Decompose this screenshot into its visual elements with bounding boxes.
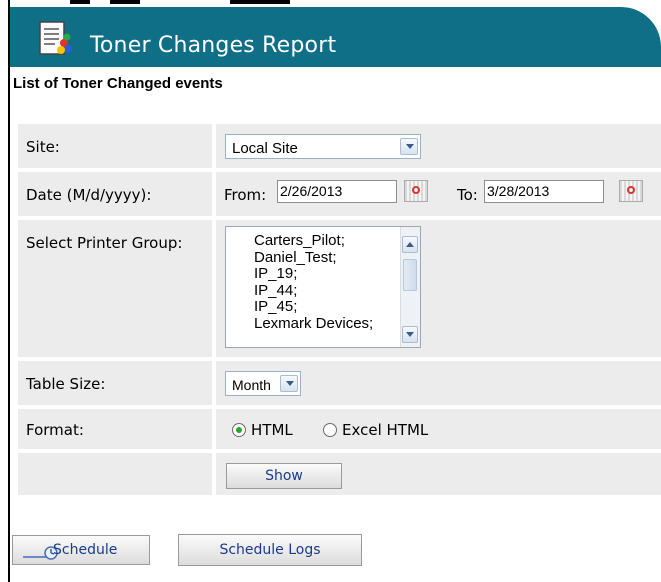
report-header: Toner Changes Report bbox=[10, 7, 661, 67]
window-left-border bbox=[8, 0, 10, 582]
report-subtitle: List of Toner Changed events bbox=[13, 75, 223, 92]
table-size-value: Month bbox=[232, 377, 271, 393]
site-row: Site: Local Site bbox=[18, 124, 661, 168]
date-row: Date (M/d/yyyy): From: 2/26/2013 To: 3/2… bbox=[18, 172, 661, 216]
schedule-label: Schedule bbox=[53, 542, 118, 558]
schedule-logs-button[interactable]: Schedule Logs bbox=[178, 534, 362, 566]
table-size-select[interactable]: Month bbox=[225, 371, 301, 396]
from-calendar-icon[interactable] bbox=[404, 180, 428, 202]
show-button[interactable]: Show bbox=[226, 463, 342, 489]
scroll-up-icon[interactable] bbox=[402, 236, 418, 253]
format-html-label[interactable]: HTML bbox=[251, 421, 293, 439]
list-item[interactable]: IP_44; bbox=[254, 282, 373, 300]
list-item[interactable]: IP_45; bbox=[254, 298, 373, 316]
chevron-down-icon[interactable] bbox=[400, 138, 418, 155]
date-label: Date (M/d/yyyy): bbox=[26, 186, 152, 204]
table-size-row: Table Size: Month bbox=[18, 361, 661, 405]
report-document-icon bbox=[37, 19, 73, 59]
page-title: Toner Changes Report bbox=[90, 33, 337, 58]
format-html-radio[interactable] bbox=[232, 423, 246, 437]
table-size-label: Table Size: bbox=[26, 375, 106, 393]
format-excel-label[interactable]: Excel HTML bbox=[342, 421, 428, 439]
list-item[interactable]: Carters_Pilot; bbox=[254, 232, 373, 250]
format-excel-radio[interactable] bbox=[323, 423, 337, 437]
list-item[interactable]: IP_19; bbox=[254, 265, 373, 283]
to-date-input[interactable]: 3/28/2013 bbox=[484, 180, 604, 203]
show-row: Show bbox=[18, 453, 661, 495]
list-item[interactable]: Lexmark Devices; bbox=[254, 315, 373, 333]
printer-group-listbox[interactable]: Carters_Pilot; Daniel_Test; IP_19; IP_44… bbox=[225, 226, 421, 348]
top-cropped-strip bbox=[10, 0, 661, 7]
scroll-down-icon[interactable] bbox=[402, 326, 418, 343]
printer-group-row: Select Printer Group: Carters_Pilot; Dan… bbox=[18, 220, 661, 357]
from-date-input[interactable]: 2/26/2013 bbox=[277, 180, 397, 203]
from-label: From: bbox=[224, 186, 267, 204]
schedule-button[interactable]: Schedule bbox=[12, 535, 150, 565]
listbox-scrollbar[interactable] bbox=[400, 227, 420, 347]
site-select[interactable]: Local Site bbox=[225, 134, 421, 159]
site-label: Site: bbox=[26, 138, 60, 156]
printer-group-label: Select Printer Group: bbox=[26, 234, 183, 252]
site-select-value: Local Site bbox=[232, 140, 298, 157]
format-row: Format: HTML Excel HTML bbox=[18, 409, 661, 449]
scroll-thumb[interactable] bbox=[403, 259, 417, 291]
to-calendar-icon[interactable] bbox=[619, 180, 643, 202]
format-label: Format: bbox=[26, 421, 84, 439]
to-label: To: bbox=[457, 186, 478, 204]
list-item[interactable]: Daniel_Test; bbox=[254, 249, 373, 267]
chevron-down-icon[interactable] bbox=[280, 375, 298, 392]
